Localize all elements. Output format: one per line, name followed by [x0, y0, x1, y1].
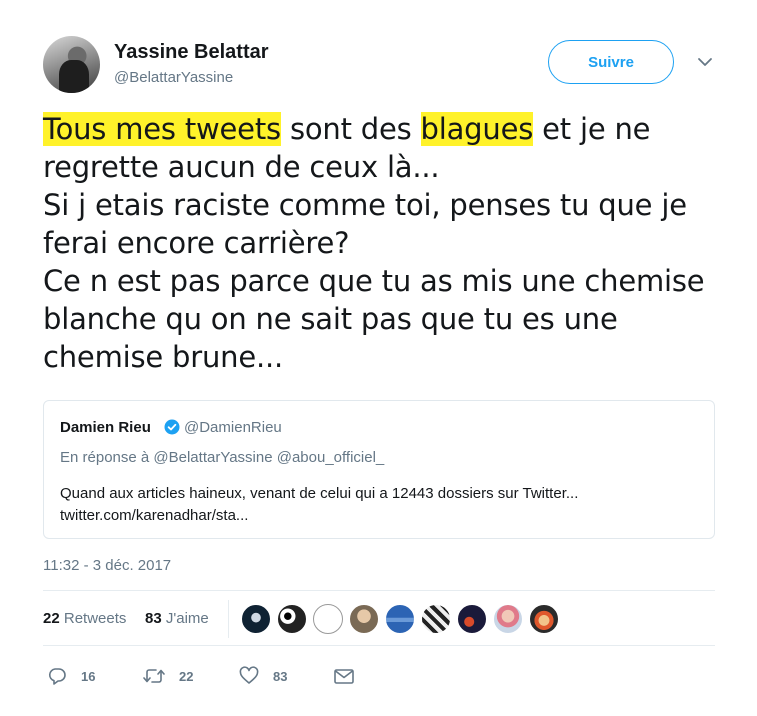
- verified-badge-icon: [164, 419, 180, 435]
- stats-separator: [228, 600, 229, 638]
- tweet-line: Ce n est pas parce que tu as mis une che…: [43, 264, 705, 298]
- likes-stat-label: J'aime: [165, 610, 209, 627]
- liker-avatar[interactable]: [313, 604, 343, 634]
- liker-avatar[interactable]: [529, 604, 559, 634]
- tweet-actions: 16 22 83: [43, 662, 715, 692]
- tweet-line: regrette aucun de ceux là...: [43, 150, 440, 184]
- chevron-down-icon[interactable]: [695, 54, 715, 70]
- retweets-stat-label: Retweets: [63, 610, 127, 627]
- retweet-action[interactable]: 22: [143, 662, 193, 690]
- tweet-line: blanche qu on ne sait pas que tu es une: [43, 302, 618, 336]
- follow-button[interactable]: Suivre: [548, 40, 674, 84]
- quoted-tweet[interactable]: Damien Rieu @DamienRieu En réponse à @Be…: [43, 400, 715, 539]
- likes-stat[interactable]: 83 J'aime: [145, 610, 209, 627]
- liker-avatar[interactable]: [493, 604, 523, 634]
- user-handle[interactable]: @BelattarYassine: [114, 69, 233, 86]
- retweets-stat-count: 22: [43, 610, 60, 627]
- reply-context: En réponse à @BelattarYassine @abou_offi…: [60, 449, 385, 466]
- reply-action[interactable]: 16: [47, 662, 95, 690]
- tweet-header: Yassine Belattar @BelattarYassine Suivre: [43, 36, 723, 96]
- likes-stat-count: 83: [145, 610, 162, 627]
- liker-avatar[interactable]: [277, 604, 307, 634]
- retweet-icon: [143, 669, 165, 683]
- quoted-user-name: Damien Rieu: [60, 419, 151, 436]
- tweet-line: Si j etais raciste comme toi, penses tu …: [43, 188, 687, 222]
- quoted-user-handle: @DamienRieu: [184, 419, 282, 436]
- highlighted-text: blagues: [420, 112, 534, 146]
- liker-avatar[interactable]: [385, 604, 415, 634]
- like-action[interactable]: 83: [239, 662, 287, 690]
- reply-icon: [48, 668, 66, 685]
- tweet-line: Tous mes tweets sont des blagues et je n…: [43, 110, 723, 148]
- tweet-text-segment: et je ne: [533, 112, 651, 146]
- liker-avatar[interactable]: [241, 604, 271, 634]
- liker-avatar[interactable]: [457, 604, 487, 634]
- tweet-text-segment: sont des: [280, 112, 421, 146]
- quoted-text-line: Quand aux articles haineux, venant de ce…: [60, 485, 579, 502]
- tweet-line: ferai encore carrière?: [43, 226, 350, 260]
- liker-avatar[interactable]: [421, 604, 451, 634]
- tweet-line: chemise brune...: [43, 340, 284, 374]
- envelope-icon: [334, 669, 354, 684]
- heart-icon: [239, 666, 259, 684]
- like-count: 83: [273, 668, 288, 684]
- reply-count: 16: [81, 668, 96, 684]
- divider: [43, 590, 715, 591]
- tweet-stats: 22 Retweets 83 J'aime: [43, 600, 715, 640]
- direct-message-action[interactable]: [333, 662, 355, 690]
- user-name[interactable]: Yassine Belattar: [114, 41, 269, 64]
- liker-avatar[interactable]: [349, 604, 379, 634]
- tweet-text: Tous mes tweets sont des blagues et je n…: [43, 110, 723, 376]
- retweet-count: 22: [179, 668, 194, 684]
- divider: [43, 645, 715, 646]
- tweet-timestamp[interactable]: 11:32 - 3 déc. 2017: [43, 557, 171, 574]
- quoted-link[interactable]: twitter.com/karenadhar/sta...: [60, 505, 700, 527]
- avatar[interactable]: [43, 36, 100, 93]
- quoted-tweet-text: Quand aux articles haineux, venant de ce…: [60, 483, 700, 527]
- retweets-stat[interactable]: 22 Retweets: [43, 610, 126, 627]
- highlighted-text: Tous mes tweets: [43, 112, 281, 146]
